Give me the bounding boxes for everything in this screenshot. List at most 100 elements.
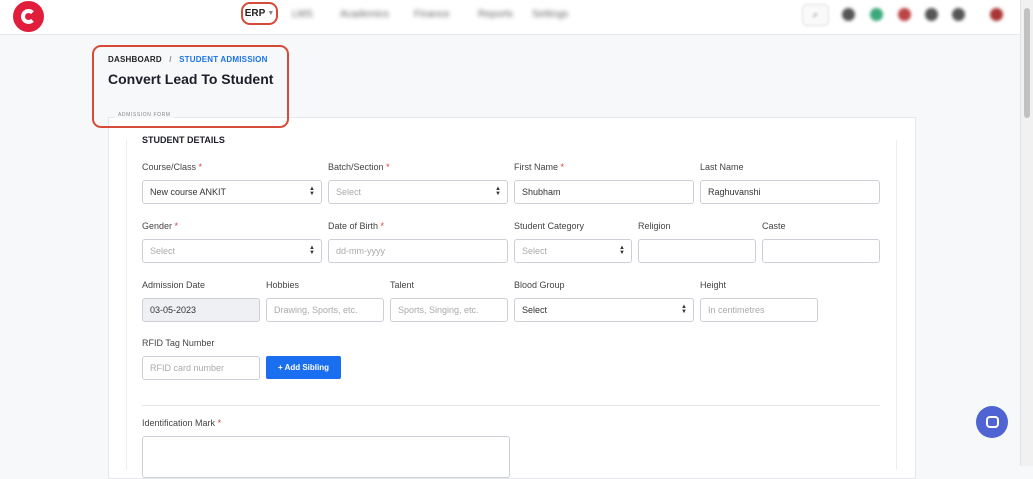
- nav-erp-menu[interactable]: ERP ▼: [241, 2, 278, 25]
- dob-label-text: Date of Birth: [328, 221, 379, 231]
- select-caret-icon: ▲ ▼: [495, 186, 501, 197]
- required-mark: *: [198, 162, 203, 172]
- nav-item-settings[interactable]: Settings: [532, 9, 568, 20]
- gender-label-text: Gender: [142, 221, 173, 231]
- height-label: Height: [700, 280, 726, 290]
- required-mark: *: [380, 221, 385, 231]
- last-name-value: Raghuvanshi: [708, 187, 761, 197]
- rfid-input[interactable]: RFID card number: [142, 356, 260, 380]
- identification-label-text: Identification Mark: [142, 418, 216, 428]
- form-border-right: [896, 140, 897, 470]
- admission-date-value: 03-05-2023: [150, 305, 197, 315]
- batch-select[interactable]: Select ▲ ▼: [328, 180, 508, 204]
- first-name-input[interactable]: Shubham: [514, 180, 694, 204]
- required-mark: *: [560, 162, 565, 172]
- search-icon: ⌕: [812, 8, 819, 21]
- last-name-input[interactable]: Raghuvanshi: [700, 180, 880, 204]
- dob-label: Date of Birth *: [328, 221, 384, 231]
- gender-select[interactable]: Select ▲ ▼: [142, 239, 322, 263]
- height-input[interactable]: In centimetres: [700, 298, 818, 322]
- hobbies-input[interactable]: Drawing, Sports, etc.: [266, 298, 384, 322]
- religion-label-text: Religion: [638, 221, 671, 231]
- category-select-value: Select: [522, 246, 548, 256]
- caste-input[interactable]: [762, 239, 880, 263]
- talent-label-text: Talent: [390, 280, 415, 290]
- talent-placeholder: Sports, Singing, etc.: [398, 305, 479, 315]
- dob-input[interactable]: dd-mm-yyyy: [328, 239, 508, 263]
- caste-label-text: Caste: [762, 221, 786, 231]
- alert-icon[interactable]: [898, 8, 911, 21]
- batch-label: Batch/Section *: [328, 162, 390, 172]
- chat-button[interactable]: [976, 406, 1008, 438]
- first-name-label-text: First Name: [514, 162, 559, 172]
- hobbies-label-text: Hobbies: [266, 280, 300, 290]
- talent-input[interactable]: Sports, Singing, etc.: [390, 298, 508, 322]
- chevron-down-icon: ▼: [267, 10, 275, 17]
- section-divider: [142, 405, 880, 406]
- course-label: Course/Class *: [142, 162, 202, 172]
- scrollbar-thumb[interactable]: [1024, 8, 1030, 118]
- height-placeholder: In centimetres: [708, 305, 765, 315]
- select-caret-icon: ▲ ▼: [619, 245, 625, 256]
- nav-erp-label: ERP: [244, 8, 266, 19]
- talent-label: Talent: [390, 280, 414, 290]
- hobbies-placeholder: Drawing, Sports, etc.: [274, 305, 358, 315]
- required-mark: *: [174, 221, 179, 231]
- form-border-left: [126, 140, 127, 470]
- course-label-text: Course/Class: [142, 162, 197, 172]
- blood-group-select[interactable]: Select ▲ ▼: [514, 298, 694, 322]
- avatar[interactable]: [990, 8, 1003, 21]
- nav-item-academics[interactable]: Academics: [340, 9, 389, 20]
- add-sibling-button[interactable]: + Add Sibling: [266, 356, 341, 379]
- religion-label: Religion: [638, 221, 671, 231]
- settings-icon[interactable]: [925, 8, 938, 21]
- category-select[interactable]: Select ▲ ▼: [514, 239, 632, 263]
- course-select[interactable]: New course ANKIT ▲ ▼: [142, 180, 322, 204]
- last-name-label: Last Name: [700, 162, 744, 172]
- identification-label: Identification Mark *: [142, 418, 221, 428]
- course-select-value: New course ANKIT: [150, 187, 227, 197]
- notification-icon[interactable]: [842, 8, 855, 21]
- required-mark: *: [217, 418, 222, 428]
- page-scrollbar[interactable]: [1020, 0, 1033, 466]
- batch-select-value: Select: [336, 187, 362, 197]
- admission-date-label-text: Admission Date: [142, 280, 206, 290]
- brand-logo[interactable]: [13, 1, 44, 32]
- blood-group-label-text: Blood Group: [514, 280, 565, 290]
- category-label: Student Category: [514, 221, 584, 231]
- rfid-label: RFID Tag Number: [142, 338, 214, 348]
- select-caret-icon: ▲ ▼: [309, 245, 315, 256]
- nav-item-reports[interactable]: Reports: [478, 9, 513, 20]
- hobbies-label: Hobbies: [266, 280, 299, 290]
- caste-label: Caste: [762, 221, 786, 231]
- search-button[interactable]: ⌕: [802, 4, 829, 26]
- first-name-value: Shubham: [522, 187, 561, 197]
- blood-group-label: Blood Group: [514, 280, 565, 290]
- nav-item-lms[interactable]: LMS: [292, 9, 313, 20]
- height-label-text: Height: [700, 280, 727, 290]
- chat-icon: [985, 416, 999, 428]
- section-title: STUDENT DETAILS: [142, 135, 225, 145]
- user-status-icon[interactable]: [870, 8, 883, 21]
- rfid-placeholder: RFID card number: [150, 363, 225, 373]
- last-name-label-text: Last Name: [700, 162, 744, 172]
- top-navbar: ERP ▼ LMS Academics Finance Reports Sett…: [0, 0, 1021, 35]
- admission-date-input[interactable]: 03-05-2023: [142, 298, 260, 322]
- highlight-annotation: [92, 45, 289, 128]
- admission-date-label: Admission Date: [142, 280, 205, 290]
- religion-input[interactable]: [638, 239, 756, 263]
- batch-label-text: Batch/Section: [328, 162, 384, 172]
- dob-placeholder: dd-mm-yyyy: [336, 246, 385, 256]
- rfid-label-text: RFID Tag Number: [142, 338, 215, 348]
- identification-textarea[interactable]: [142, 436, 510, 478]
- required-mark: *: [386, 162, 390, 172]
- select-caret-icon: ▲ ▼: [309, 186, 315, 197]
- gender-select-value: Select: [150, 246, 176, 256]
- fullscreen-icon[interactable]: [952, 8, 965, 21]
- nav-item-finance[interactable]: Finance: [414, 9, 450, 20]
- first-name-label: First Name *: [514, 162, 564, 172]
- blood-group-select-value: Select: [522, 305, 548, 315]
- category-label-text: Student Category: [514, 221, 585, 231]
- gender-label: Gender *: [142, 221, 178, 231]
- select-caret-icon: ▲ ▼: [681, 304, 687, 315]
